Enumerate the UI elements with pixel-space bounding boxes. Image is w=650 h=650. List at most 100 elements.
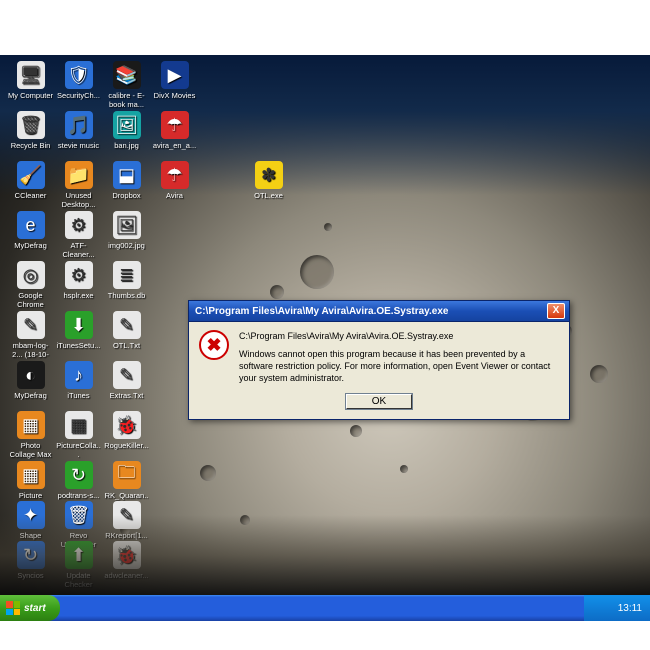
icon-label: My Computer — [8, 91, 53, 100]
icon-label: OTL.exe — [246, 191, 291, 200]
desktop-icon[interactable]: ▦ PictureColla... — [56, 411, 101, 459]
desktop-icon[interactable]: ⚙hsplr.exe — [56, 261, 101, 300]
dialog-titlebar[interactable]: C:\Program Files\Avira\My Avira\Avira.OE… — [189, 301, 569, 322]
app-icon: 🖥 — [17, 61, 45, 89]
icon-label: Syncios — [8, 571, 53, 580]
start-label: start — [24, 603, 46, 614]
desktop-icon[interactable]: ▦Photo Collage Max — [8, 411, 53, 459]
icon-label: stevie music — [56, 141, 101, 150]
icon-label: RKreport[1... — [104, 531, 149, 540]
app-icon: ▦ — [65, 411, 93, 439]
dialog-button-row: OK — [189, 394, 569, 419]
app-icon: ▦ — [17, 461, 45, 489]
desktop-icon[interactable]: 🗑Revo Uninstaller — [56, 501, 101, 549]
desktop-icon[interactable]: ↻ Syncios — [8, 541, 53, 580]
icon-label: MyDefrag — [8, 241, 53, 250]
desktop-icon[interactable]: ⬓ Dropbox — [104, 161, 149, 200]
desktop-icon[interactable]: 🖼img002.jpg — [104, 211, 149, 250]
icon-label: iTunesSetu... — [56, 341, 101, 350]
desktop-icon[interactable]: ✎ OTL.Txt — [104, 311, 149, 350]
app-icon: 🐞 — [113, 411, 141, 439]
system-tray[interactable]: 13:11 — [584, 595, 650, 621]
app-icon: ✦ — [17, 501, 45, 529]
desktop-icon[interactable]: ✎Extras.Txt — [104, 361, 149, 400]
taskbar: start 13:11 — [0, 595, 650, 621]
app-icon: 🗑 — [65, 501, 93, 529]
icon-label: iTunes — [56, 391, 101, 400]
icon-label: adwcleaner... — [104, 571, 149, 580]
desktop-icon[interactable]: ◎Google Chrome — [8, 261, 53, 309]
desktop-icon[interactable]: 🧹 CCleaner — [8, 161, 53, 200]
desktop-icon[interactable]: ✎mbam-log-2... (18-10-52).txt — [8, 311, 53, 359]
desktop-icon[interactable]: 🎵 stevie music — [56, 111, 101, 150]
desktop-icon[interactable]: ⬆Update Checker — [56, 541, 101, 589]
icon-label: RogueKiller... — [104, 441, 149, 450]
desktop[interactable]: 🖥 My Computer🛡SecurityCh... 📚 calibre - E-b… — [0, 55, 650, 595]
icon-label: Avira — [152, 191, 197, 200]
desktop-icon[interactable]: ≣ Thumbs.db — [104, 261, 149, 300]
ok-button[interactable]: OK — [346, 394, 412, 409]
desktop-icon[interactable]: 🐞 RogueKiller... — [104, 411, 149, 450]
app-icon: ↻ — [17, 541, 45, 569]
desktop-icon[interactable]: 📚 calibre - E-book ma... — [104, 61, 149, 109]
desktop-icon[interactable]: ✽ OTL.exe — [246, 161, 291, 200]
app-icon: 🐞 — [113, 541, 141, 569]
desktop-icon[interactable]: ◐ MyDefrag — [8, 361, 53, 400]
icon-label: Thumbs.db — [104, 291, 149, 300]
icon-label: Dropbox — [104, 191, 149, 200]
icon-label: ban.jpg — [104, 141, 149, 150]
icon-label: PictureColla... — [56, 441, 101, 459]
icon-label: Extras.Txt — [104, 391, 149, 400]
app-icon: ☂ — [161, 161, 189, 189]
desktop-icon[interactable]: ⬇ iTunesSetu... — [56, 311, 101, 350]
desktop-icon[interactable]: ☂avira_en_a... — [152, 111, 197, 150]
app-icon: ✎ — [113, 501, 141, 529]
dialog-text: C:\Program Files\Avira\My Avira\Avira.OE… — [239, 330, 559, 384]
app-icon: ◎ — [17, 261, 45, 289]
app-icon: ≣ — [113, 261, 141, 289]
app-icon: ◐ — [17, 361, 45, 389]
desktop-icon[interactable]: 🗑Recycle Bin — [8, 111, 53, 150]
app-icon: ✽ — [255, 161, 283, 189]
desktop-icon[interactable]: ✎ RKreport[1... — [104, 501, 149, 540]
app-icon: ⚙ — [65, 211, 93, 239]
dialog-message: Windows cannot open this program because… — [239, 348, 559, 384]
app-icon: ⬓ — [113, 161, 141, 189]
app-icon: ↻ — [65, 461, 93, 489]
app-icon: 🧹 — [17, 161, 45, 189]
desktop-icon[interactable]: ⚙ ATF-Cleaner... — [56, 211, 101, 259]
icon-label: CCleaner — [8, 191, 53, 200]
icon-label: calibre - E-book ma... — [104, 91, 149, 109]
desktop-icon[interactable]: 🛡SecurityCh... — [56, 61, 101, 100]
app-icon: 🎵 — [65, 111, 93, 139]
desktop-icon[interactable]: eMyDefrag — [8, 211, 53, 250]
desktop-icon[interactable]: ↻podtrans-s... — [56, 461, 101, 500]
windows-logo-icon — [6, 601, 20, 615]
desktop-icon[interactable]: ☂ Avira — [152, 161, 197, 200]
icon-label: Photo Collage Max — [8, 441, 53, 459]
icon-label: OTL.Txt — [104, 341, 149, 350]
desktop-icon[interactable]: 🖥 My Computer — [8, 61, 53, 100]
app-icon: ⚙ — [65, 261, 93, 289]
dialog-close-button[interactable]: X — [547, 303, 565, 319]
app-icon: ▶ — [161, 61, 189, 89]
desktop-icon[interactable]: ▶ DivX Movies — [152, 61, 197, 100]
start-button[interactable]: start — [0, 595, 60, 621]
app-icon: ⬇ — [65, 311, 93, 339]
desktop-icon[interactable]: 🖼 ban.jpg — [104, 111, 149, 150]
app-icon: 🖼 — [113, 111, 141, 139]
icon-label: DivX Movies — [152, 91, 197, 100]
icon-label: MyDefrag — [8, 391, 53, 400]
app-icon: ✎ — [113, 311, 141, 339]
icon-label: ATF-Cleaner... — [56, 241, 101, 259]
desktop-icon[interactable]: ✦Shape Collage — [8, 501, 53, 549]
desktop-icon[interactable]: ♪ iTunes — [56, 361, 101, 400]
desktop-icon[interactable]: 📁Unused Desktop... — [56, 161, 101, 209]
crater — [120, 525, 130, 535]
app-icon: ♪ — [65, 361, 93, 389]
icon-label: SecurityCh... — [56, 91, 101, 100]
icon-label: Unused Desktop... — [56, 191, 101, 209]
desktop-icon[interactable]: 🐞 adwcleaner... — [104, 541, 149, 580]
dialog-path: C:\Program Files\Avira\My Avira\Avira.OE… — [239, 330, 559, 342]
app-icon: 📚 — [113, 61, 141, 89]
